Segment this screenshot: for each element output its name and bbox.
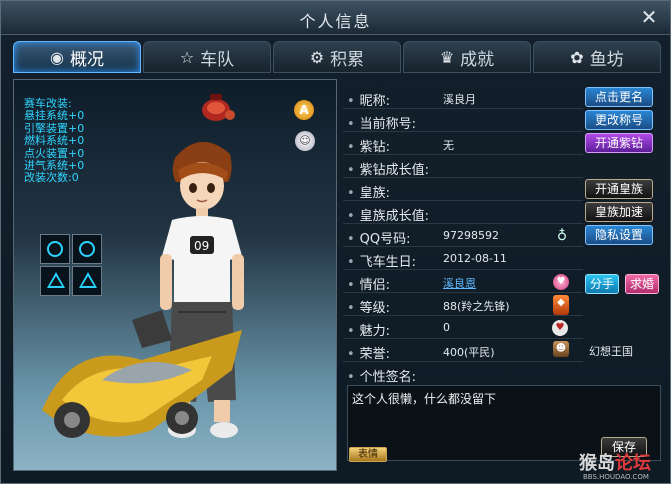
close-icon[interactable]: ✕: [638, 6, 660, 28]
honor-row: 荣誉: 400(平民): [343, 340, 583, 362]
qq-row: QQ号码: 97298592: [343, 225, 583, 247]
tab-fish-shop[interactable]: ✿ 鱼坊: [533, 41, 661, 73]
tab-label: 概况: [69, 49, 104, 70]
charm-label: 魅力:: [347, 320, 390, 339]
birthday-row: 飞车生日: 2012-08-11: [343, 248, 583, 270]
tab-bar: ◉ 概况 ☆ 车队 ⚙ 积累 ♛ 成就 ✿ 鱼坊: [9, 41, 664, 75]
honor-value: 400(平民): [443, 346, 495, 359]
purple-label: 紫钻:: [347, 136, 390, 155]
triangle-icon: [47, 272, 65, 288]
birthday-label: 飞车生日:: [347, 251, 416, 270]
overview-icon: ◉: [50, 47, 64, 67]
qq-penguin-icon[interactable]: ♁: [554, 228, 570, 244]
nickname-row: 昵称: 溪良月: [343, 87, 583, 109]
honor-avatar-icon: ☻: [553, 341, 569, 357]
purple-growth-label: 紫钻成长值:: [347, 159, 429, 178]
svg-text:09: 09: [194, 239, 209, 253]
level-value: 88(羚之先锋): [443, 300, 510, 313]
purple-value: 无: [443, 139, 454, 152]
stat-line: 悬挂系统+0: [24, 109, 85, 123]
watermark-sub: BBS.HOUDAO.COM: [583, 473, 649, 481]
purple-row: 紫钻: 无: [343, 133, 583, 155]
tab-label: 积累: [330, 49, 365, 70]
propose-button[interactable]: 求婚: [625, 274, 659, 294]
medal-icon: ♛: [439, 47, 455, 67]
watermark-main-1: 猴岛: [579, 453, 615, 474]
lover-label: 情侣:: [347, 274, 390, 293]
tab-label: 成就: [460, 49, 495, 70]
lover-row: 情侣: 溪良恩: [343, 271, 583, 293]
honor-label: 荣誉:: [347, 343, 390, 362]
qq-value: 97298592: [443, 229, 499, 242]
breakup-button[interactable]: 分手: [585, 274, 619, 294]
level-badge-icon: ◆: [553, 295, 569, 315]
royal-growth-row: 皇族成长值:: [343, 202, 583, 224]
tab-label: 车队: [200, 49, 235, 70]
kart-image: [42, 310, 242, 438]
avatar-panel: 赛车改装: 悬挂系统+0 引擎装置+0 燃料系统+0 点火装置+0 进气系统+0…: [13, 79, 337, 471]
birthday-value: 2012-08-11: [443, 252, 507, 265]
charm-row: 魅力: 0: [343, 317, 583, 339]
stat-line: 改装次数:0: [24, 171, 79, 185]
signature-row: 个性签名:: [343, 363, 583, 385]
qq-label: QQ号码:: [347, 228, 411, 247]
watermark-main-2: 论坛: [615, 453, 651, 474]
profile-window: 个人信息 ✕ ◉ 概况 ☆ 车队 ⚙ 积累 ♛ 成就 ✿ 鱼坊 赛车改装: 悬挂…: [0, 0, 671, 484]
star-icon: ☆: [179, 47, 195, 67]
slot-circle-2[interactable]: [72, 234, 102, 264]
signature-label: 个性签名:: [347, 366, 416, 385]
title-bar[interactable]: 个人信息 ✕: [1, 1, 670, 35]
royal-growth-label: 皇族成长值:: [347, 205, 429, 224]
royal-speed-button[interactable]: 皇族加速: [585, 202, 653, 222]
royal-label: 皇族:: [347, 182, 390, 201]
circle-icon: [47, 241, 63, 257]
window-title: 个人信息: [299, 12, 372, 31]
open-purple-button[interactable]: 开通紫钻: [585, 133, 653, 153]
title-label: 当前称号:: [347, 113, 416, 132]
chat-icon[interactable]: ☺: [295, 131, 315, 151]
slot-circle-1[interactable]: [40, 234, 70, 264]
nickname-label: 昵称:: [347, 90, 390, 109]
stat-line: 燃料系统+0: [24, 134, 85, 148]
tab-achievements[interactable]: ♛ 成就: [403, 41, 531, 73]
tab-overview[interactable]: ◉ 概况: [13, 41, 141, 73]
lover-link[interactable]: 溪良恩: [443, 275, 476, 291]
slot-triangle-2[interactable]: [72, 266, 102, 296]
charm-value: 0: [443, 321, 450, 334]
charm-heart-icon: ♥: [552, 320, 568, 336]
open-royal-button[interactable]: 开通皇族: [585, 179, 653, 199]
privacy-settings-button[interactable]: 隐私设置: [585, 225, 653, 245]
level-row: 等级: 88(羚之先锋): [343, 294, 583, 316]
fish-icon: ✿: [570, 47, 584, 67]
title-row: 当前称号:: [343, 110, 583, 132]
pet-lantern-icon: [202, 94, 235, 121]
tab-label: 鱼坊: [589, 49, 624, 70]
nickname-value: 溪良月: [443, 93, 476, 106]
triangle-icon: [79, 272, 97, 288]
royal-row: 皇族:: [343, 179, 583, 201]
change-title-button[interactable]: 更改称号: [585, 110, 653, 130]
level-label: 等级:: [347, 297, 390, 316]
slot-triangle-1[interactable]: [40, 266, 70, 296]
watermark-logo: 猴岛论坛 BBS.HOUDAO.COM: [579, 449, 651, 481]
tab-accumulate[interactable]: ⚙ 积累: [273, 41, 401, 73]
tab-team[interactable]: ☆ 车队: [143, 41, 271, 73]
purple-growth-row: 紫钻成长值:: [343, 156, 583, 178]
a-badge-icon[interactable]: A: [294, 100, 314, 120]
kart-mod-stats: 赛车改装: 悬挂系统+0 引擎装置+0 燃料系统+0 点火装置+0 进气系统+0…: [24, 97, 85, 185]
heart-ring-icon: ♥: [553, 274, 569, 290]
kingdom-value: 幻想王国: [589, 345, 633, 358]
rename-button[interactable]: 点击更名: [585, 87, 653, 107]
expression-button[interactable]: 表情: [349, 447, 387, 462]
signature-text: 这个人很懒，什么都没留下: [352, 392, 497, 406]
gear-icon: ⚙: [309, 47, 325, 67]
circle-icon: [79, 241, 95, 257]
